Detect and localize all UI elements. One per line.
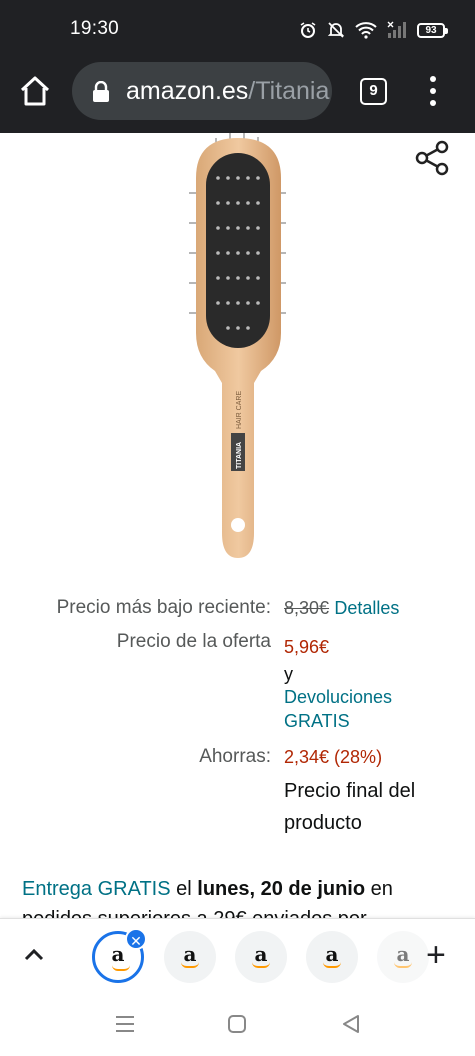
status-time: 19:30	[70, 18, 120, 39]
delivery-text-en: en	[365, 878, 393, 900]
details-link[interactable]: Detalles	[334, 598, 399, 618]
deal-price-value: 5,96€	[284, 637, 330, 657]
close-tab-icon[interactable]: ✕	[125, 928, 147, 950]
recent-low-label: Precio más bajo reciente:	[56, 597, 271, 618]
product-image[interactable]: TITANIA HAIR CARE	[186, 133, 296, 563]
tab-amazon-active[interactable]: a ✕	[92, 928, 147, 983]
overflow-menu-button[interactable]	[426, 76, 440, 106]
system-nav-bar	[0, 992, 475, 1056]
tab-strip: a ✕ a a a a +	[0, 918, 475, 992]
tab-amazon[interactable]: a	[306, 931, 358, 983]
share-icon[interactable]	[414, 140, 450, 176]
lock-icon	[93, 81, 109, 102]
delivery-date: lunes, 20 de junio	[197, 878, 366, 900]
savings-value: 2,34€ (28%)	[284, 747, 383, 767]
free-delivery-link[interactable]: Entrega GRATIS	[22, 878, 171, 900]
final-price-text-line1: Precio final del	[284, 780, 416, 802]
free-returns-link-line1[interactable]: Devoluciones	[284, 687, 392, 708]
new-tab-button[interactable]: +	[426, 937, 446, 973]
back-icon[interactable]	[341, 1014, 361, 1034]
savings-label: Ahorras:	[199, 746, 271, 767]
recents-icon[interactable]	[114, 1014, 136, 1034]
recent-low-row: 8,30€ Detalles	[284, 598, 399, 620]
delivery-text-el: el	[170, 878, 198, 900]
url-text: amazon.es/Titania	[126, 77, 329, 106]
address-bar[interactable]: amazon.es/Titania	[72, 62, 332, 120]
tab-amazon[interactable]: a	[164, 931, 216, 983]
browser-chrome: 19:30 93 amazon.es/Titania 9	[0, 0, 475, 133]
signal-icon	[387, 21, 406, 38]
tab-amazon[interactable]: a	[235, 931, 287, 983]
battery-icon: 93	[417, 22, 448, 38]
brush-haircare-label: HAIR CARE	[236, 391, 243, 429]
and-text: y	[284, 664, 293, 684]
status-icons: 93	[299, 19, 448, 41]
wifi-icon	[355, 22, 377, 39]
final-price-text-line2: producto	[284, 812, 362, 834]
home-nav-icon[interactable]	[227, 1014, 247, 1034]
home-icon[interactable]	[18, 74, 52, 108]
amazon-icon: a	[111, 942, 125, 966]
tab-amazon[interactable]: a	[377, 931, 429, 983]
alarm-icon	[300, 22, 316, 38]
free-returns-link-line2[interactable]: GRATIS	[284, 711, 350, 732]
deal-price-label: Precio de la oferta	[116, 631, 271, 652]
mute-bell-icon	[327, 22, 345, 38]
delivery-info: Entrega GRATIS el lunes, 20 de junio en	[22, 878, 462, 901]
brush-brand-label: TITANIA	[236, 442, 243, 469]
status-bar: 19:30 93	[0, 0, 475, 58]
tab-switcher-button[interactable]: 9	[360, 78, 387, 105]
recent-low-price: 8,30€	[284, 598, 330, 618]
chevron-up-icon[interactable]	[22, 945, 46, 965]
url-domain: amazon.es	[126, 77, 249, 105]
url-path: /Titania	[248, 77, 330, 105]
